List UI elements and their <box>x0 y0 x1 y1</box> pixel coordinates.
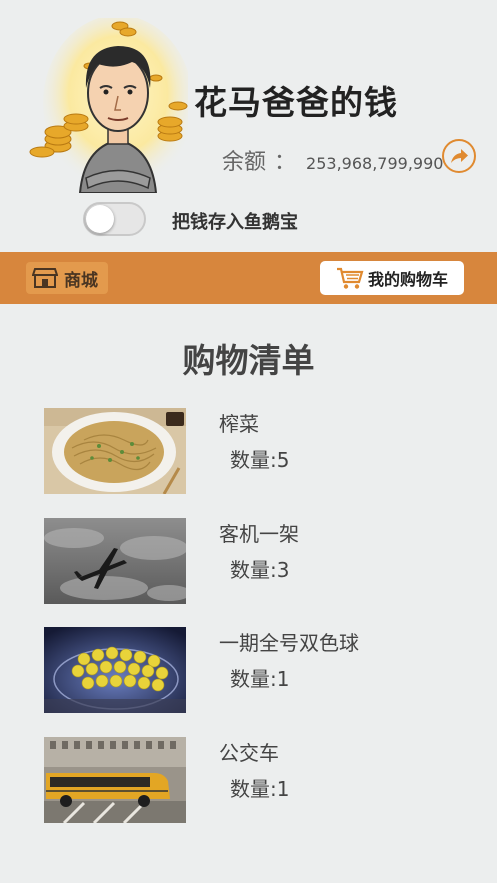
item-quantity: 数量:1 <box>230 777 290 801</box>
list-title: 购物清单 <box>182 341 315 380</box>
balance-row: 余额 ： 253,968,799,990 <box>222 144 444 175</box>
item-quantity: 数量:1 <box>230 667 290 691</box>
item-name: 客机一架 <box>219 522 299 546</box>
deposit-toggle[interactable] <box>83 202 146 236</box>
avatar[interactable] <box>28 15 193 194</box>
balance-label: 余额 <box>222 150 267 175</box>
my-cart-tab[interactable]: 我的购物车 <box>320 261 464 295</box>
balance-separator: ： <box>274 150 297 175</box>
list-item[interactable]: 客机一架 数量:3 <box>44 518 464 604</box>
shop-tab-label: 商城 <box>64 270 98 291</box>
item-image-airplane <box>44 518 186 604</box>
page: 花马爸爸的钱 余额 ： 253,968,799,990 把钱存入鱼鹅宝 商城 我… <box>0 0 497 883</box>
item-quantity: 数量:3 <box>230 558 290 582</box>
item-quantity: 数量:5 <box>230 448 290 472</box>
item-image-lottery-balls <box>44 627 186 713</box>
item-name: 公交车 <box>219 741 279 765</box>
navbar: 商城 我的购物车 <box>0 252 497 304</box>
store-icon <box>32 268 58 288</box>
item-name: 榨菜 <box>219 412 259 436</box>
deposit-toggle-label: 把钱存入鱼鹅宝 <box>172 212 298 233</box>
my-cart-tab-label: 我的购物车 <box>367 270 448 289</box>
item-name: 一期全号双色球 <box>219 631 359 655</box>
list-item[interactable]: 一期全号双色球 数量:1 <box>44 627 464 713</box>
share-arrow-icon <box>451 149 468 163</box>
shop-tab[interactable]: 商城 <box>26 262 108 294</box>
balance-value: 253,968,799,990 <box>306 154 444 173</box>
item-image-school-bus <box>44 737 186 823</box>
item-image-noodles <box>44 408 186 494</box>
share-button[interactable] <box>442 139 476 173</box>
list-item[interactable]: 榨菜 数量:5 <box>44 408 464 494</box>
toggle-knob <box>86 205 114 233</box>
page-title: 花马爸爸的钱 <box>194 83 398 122</box>
list-item[interactable]: 公交车 数量:1 <box>44 737 464 823</box>
shopping-cart-icon <box>336 267 364 289</box>
